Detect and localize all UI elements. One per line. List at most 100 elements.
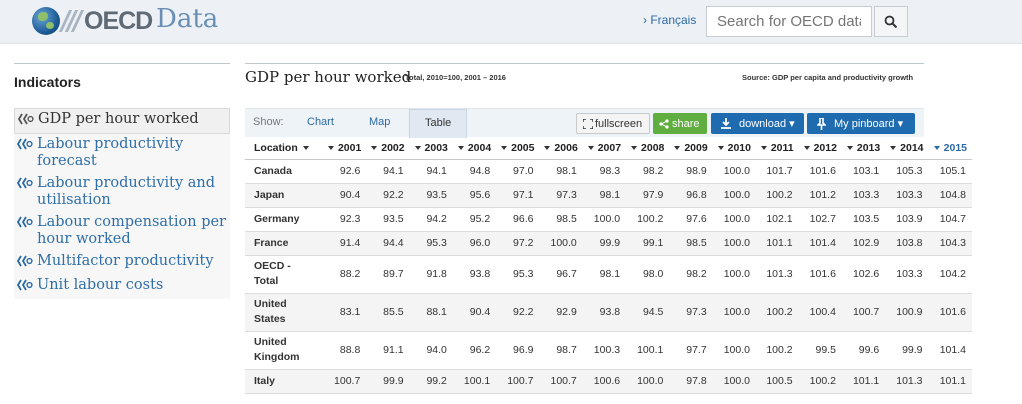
column-header-year[interactable]: 2007 (582, 137, 627, 160)
column-header-year[interactable]: 2015 (928, 137, 972, 160)
table-cell: 100.7 (841, 293, 886, 332)
table-cell: 102.1 (755, 207, 799, 232)
sidebar-item[interactable]: Labour productivity forecast (14, 134, 230, 173)
sidebar-item[interactable]: Labour productivity and utilisation (14, 173, 230, 212)
tab-map[interactable]: Map (369, 116, 390, 128)
tab-chart[interactable]: Chart (307, 116, 334, 128)
table-cell: 101.1 (928, 369, 972, 394)
sort-caret-icon (544, 145, 551, 150)
table-row: France 91.4 94.4 95.3 96.0 97.2 100.0 99.9 99.1 9… (245, 231, 972, 256)
table-cell: 93.8 (582, 293, 627, 332)
table-cell: 91.8 (409, 255, 453, 294)
column-header-year[interactable]: 2010 (712, 137, 756, 160)
column-header-label: 2007 (597, 141, 622, 154)
table-cell: 100.0 (712, 369, 756, 394)
search-input[interactable] (706, 6, 872, 37)
column-header-label: 2013 (856, 141, 881, 154)
sidebar-item-label: Labour productivity forecast (37, 136, 184, 169)
table-cell: 99.9 (366, 369, 410, 394)
row-location[interactable]: United Kingdom (245, 331, 323, 370)
table-cell: 99.2 (409, 369, 453, 394)
row-location[interactable]: Japan (245, 183, 323, 208)
column-header-year[interactable]: 2002 (366, 137, 410, 160)
table-cell: 97.2 (496, 231, 540, 256)
globe-icon (32, 7, 60, 35)
sidebar-title: Indicators (14, 74, 81, 90)
download-button[interactable]: download ▾ (711, 113, 804, 134)
site-title[interactable]: Data (156, 4, 218, 34)
table-cell: 97.9 (626, 183, 670, 208)
table-cell: 98.1 (582, 183, 627, 208)
column-header-location[interactable]: Location (245, 137, 323, 160)
logo-text: OECD (84, 6, 153, 35)
oecd-logo[interactable]: OECD (32, 6, 153, 35)
column-header-year[interactable]: 2012 (798, 137, 842, 160)
sort-caret-icon (803, 145, 810, 150)
table-cell: 101.6 (928, 293, 972, 332)
row-location[interactable]: United States (245, 293, 323, 332)
column-header-label: 2011 (770, 141, 794, 154)
table-cell: 98.1 (582, 255, 627, 294)
table-cell: 93.5 (366, 207, 410, 232)
row-location[interactable]: OECD - Total (245, 255, 323, 294)
table-row: Canada 92.6 94.1 94.1 94.8 97.0 98.1 98.3 98.2 98… (245, 159, 972, 184)
sort-caret-icon (414, 145, 421, 150)
table-cell: 105.3 (885, 159, 929, 184)
sidebar-item[interactable]: GDP per hour worked (14, 108, 230, 134)
table-cell: 99.1 (626, 231, 670, 256)
table-cell: 96.2 (452, 331, 497, 370)
column-header-year[interactable]: 2008 (626, 137, 670, 160)
column-header-year[interactable]: 2011 (755, 137, 799, 160)
table-cell: 91.4 (323, 231, 367, 256)
double-chevron-icon (16, 136, 37, 155)
column-header-label: 2012 (813, 141, 837, 154)
row-location[interactable]: Canada (245, 159, 323, 184)
table-cell: 100.2 (755, 293, 799, 332)
pinboard-button[interactable]: My pinboard ▾ (807, 113, 915, 134)
table-cell: 98.9 (669, 159, 713, 184)
column-header-year[interactable]: 2001 (323, 137, 367, 160)
table-cell: 103.3 (885, 255, 929, 294)
table-cell: 92.9 (539, 293, 583, 332)
table-cell: 92.2 (366, 183, 410, 208)
table-header-row: Location 2001 2002 2003 2004 2005 2006 2007 2008… (245, 137, 972, 160)
fullscreen-button[interactable]: fullscreen (576, 113, 650, 134)
column-header-year[interactable]: 2013 (841, 137, 886, 160)
column-header-year[interactable]: 2004 (452, 137, 497, 160)
table-cell: 100.9 (885, 293, 929, 332)
table-cell: 100.0 (712, 293, 756, 332)
language-link[interactable]: › Français (643, 13, 696, 27)
sidebar-item[interactable]: Unit labour costs (14, 275, 230, 299)
search-button[interactable] (874, 6, 908, 37)
row-location[interactable]: Germany (245, 207, 323, 232)
sidebar-item[interactable]: Labour compensation per hour worked (14, 212, 230, 251)
table-cell: 102.7 (798, 207, 842, 232)
tab-table[interactable]: Table (409, 109, 468, 138)
column-header-year[interactable]: 2014 (885, 137, 929, 160)
table-cell: 98.0 (626, 255, 670, 294)
column-header-label: 2015 (943, 141, 967, 154)
share-button[interactable]: share (653, 113, 707, 134)
table-cell: 88.8 (323, 331, 367, 370)
sort-caret-icon (501, 145, 508, 150)
share-icon (659, 118, 669, 129)
row-location[interactable]: Italy (245, 369, 323, 394)
table-cell: 101.2 (798, 183, 842, 208)
table-cell: 88.1 (409, 293, 453, 332)
column-header-year[interactable]: 2003 (409, 137, 453, 160)
table-cell: 95.2 (452, 207, 497, 232)
sort-caret-icon (760, 145, 767, 150)
table-cell: 98.2 (626, 159, 670, 184)
table-cell: 93.8 (452, 255, 497, 294)
table-cell: 94.2 (409, 207, 453, 232)
row-location[interactable]: France (245, 231, 323, 256)
source-note[interactable]: Source: GDP per capita and productivity … (742, 73, 913, 82)
table-cell: 92.3 (323, 207, 367, 232)
sidebar-item[interactable]: Multifactor productivity (14, 251, 230, 275)
table-cell: 98.1 (539, 159, 583, 184)
table-cell: 104.3 (928, 231, 972, 256)
column-header-year[interactable]: 2009 (669, 137, 713, 160)
table-cell: 102.6 (841, 255, 886, 294)
column-header-year[interactable]: 2005 (496, 137, 540, 160)
column-header-year[interactable]: 2006 (539, 137, 583, 160)
